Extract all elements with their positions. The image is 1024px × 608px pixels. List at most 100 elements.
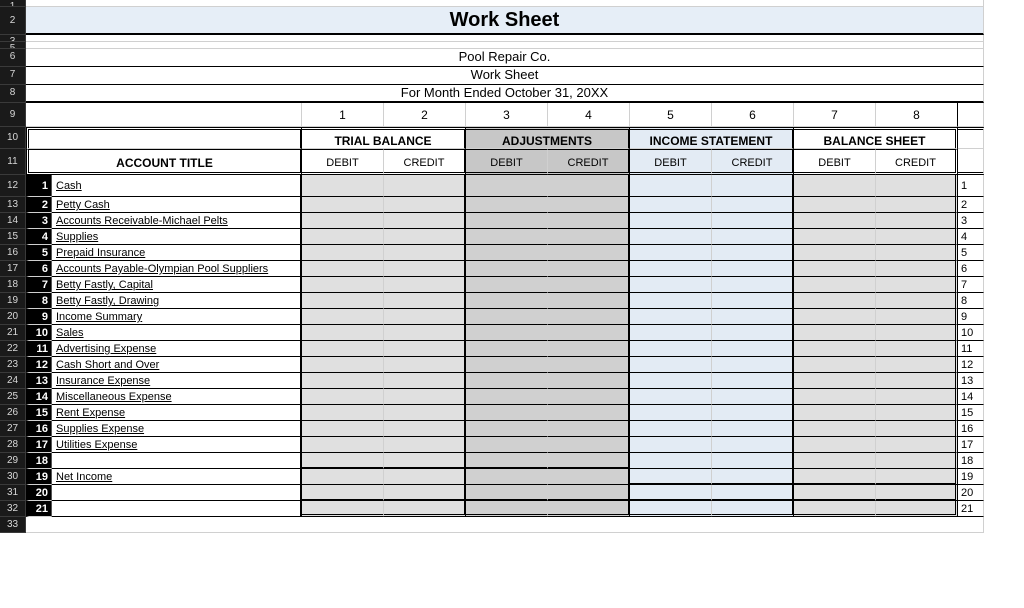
- data-cell[interactable]: [712, 421, 794, 437]
- data-cell[interactable]: [712, 229, 794, 245]
- data-cell[interactable]: [302, 229, 384, 245]
- data-cell[interactable]: [548, 389, 630, 405]
- account-title[interactable]: Petty Cash: [52, 197, 302, 213]
- data-cell[interactable]: [876, 469, 958, 485]
- data-cell[interactable]: [466, 197, 548, 213]
- data-cell[interactable]: [876, 213, 958, 229]
- data-cell[interactable]: [466, 469, 548, 485]
- data-cell[interactable]: [876, 357, 958, 373]
- data-cell[interactable]: [548, 277, 630, 293]
- data-cell[interactable]: [712, 261, 794, 277]
- data-cell[interactable]: [630, 453, 712, 469]
- data-cell[interactable]: [876, 175, 958, 197]
- data-cell[interactable]: [712, 293, 794, 309]
- data-cell[interactable]: [548, 485, 630, 501]
- data-cell[interactable]: [630, 229, 712, 245]
- data-cell[interactable]: [876, 421, 958, 437]
- data-cell[interactable]: [466, 213, 548, 229]
- data-cell[interactable]: [876, 389, 958, 405]
- data-cell[interactable]: [630, 197, 712, 213]
- data-cell[interactable]: [630, 357, 712, 373]
- data-cell[interactable]: [876, 197, 958, 213]
- data-cell[interactable]: [876, 261, 958, 277]
- data-cell[interactable]: [384, 277, 466, 293]
- data-cell[interactable]: [794, 277, 876, 293]
- data-cell[interactable]: [302, 357, 384, 373]
- data-cell[interactable]: [630, 261, 712, 277]
- data-cell[interactable]: [548, 261, 630, 277]
- data-cell[interactable]: [630, 245, 712, 261]
- data-cell[interactable]: [466, 261, 548, 277]
- data-cell[interactable]: [466, 277, 548, 293]
- data-cell[interactable]: [466, 325, 548, 341]
- data-cell[interactable]: [384, 229, 466, 245]
- data-cell[interactable]: [466, 485, 548, 501]
- data-cell[interactable]: [548, 175, 630, 197]
- data-cell[interactable]: [302, 485, 384, 501]
- data-cell[interactable]: [384, 261, 466, 277]
- data-cell[interactable]: [466, 341, 548, 357]
- data-cell[interactable]: [466, 309, 548, 325]
- account-title[interactable]: Cash: [52, 175, 302, 197]
- account-title[interactable]: Income Summary: [52, 309, 302, 325]
- data-cell[interactable]: [384, 437, 466, 453]
- data-cell[interactable]: [548, 453, 630, 469]
- data-cell[interactable]: [548, 501, 630, 517]
- account-title[interactable]: Net Income: [52, 469, 302, 485]
- data-cell[interactable]: [876, 309, 958, 325]
- data-cell[interactable]: [712, 277, 794, 293]
- account-title[interactable]: Utilities Expense: [52, 437, 302, 453]
- data-cell[interactable]: [712, 357, 794, 373]
- account-title[interactable]: Accounts Receivable-Michael Pelts: [52, 213, 302, 229]
- data-cell[interactable]: [466, 421, 548, 437]
- data-cell[interactable]: [712, 175, 794, 197]
- account-title[interactable]: Cash Short and Over: [52, 357, 302, 373]
- data-cell[interactable]: [466, 389, 548, 405]
- data-cell[interactable]: [794, 341, 876, 357]
- data-cell[interactable]: [548, 421, 630, 437]
- account-title[interactable]: [52, 501, 302, 517]
- data-cell[interactable]: [548, 405, 630, 421]
- data-cell[interactable]: [548, 469, 630, 485]
- data-cell[interactable]: [384, 357, 466, 373]
- data-cell[interactable]: [630, 373, 712, 389]
- account-title[interactable]: Miscellaneous Expense: [52, 389, 302, 405]
- data-cell[interactable]: [384, 405, 466, 421]
- data-cell[interactable]: [794, 485, 876, 501]
- data-cell[interactable]: [712, 197, 794, 213]
- data-cell[interactable]: [384, 501, 466, 517]
- data-cell[interactable]: [794, 453, 876, 469]
- data-cell[interactable]: [712, 469, 794, 485]
- data-cell[interactable]: [302, 175, 384, 197]
- data-cell[interactable]: [876, 341, 958, 357]
- account-title[interactable]: Sales: [52, 325, 302, 341]
- data-cell[interactable]: [712, 453, 794, 469]
- data-cell[interactable]: [384, 421, 466, 437]
- account-title[interactable]: Insurance Expense: [52, 373, 302, 389]
- data-cell[interactable]: [548, 309, 630, 325]
- data-cell[interactable]: [548, 373, 630, 389]
- data-cell[interactable]: [302, 437, 384, 453]
- data-cell[interactable]: [630, 293, 712, 309]
- data-cell[interactable]: [466, 293, 548, 309]
- data-cell[interactable]: [712, 309, 794, 325]
- data-cell[interactable]: [548, 437, 630, 453]
- data-cell[interactable]: [548, 357, 630, 373]
- data-cell[interactable]: [876, 485, 958, 501]
- data-cell[interactable]: [712, 373, 794, 389]
- data-cell[interactable]: [548, 341, 630, 357]
- data-cell[interactable]: [302, 501, 384, 517]
- data-cell[interactable]: [876, 501, 958, 517]
- data-cell[interactable]: [384, 325, 466, 341]
- data-cell[interactable]: [302, 389, 384, 405]
- data-cell[interactable]: [466, 357, 548, 373]
- data-cell[interactable]: [630, 501, 712, 517]
- data-cell[interactable]: [630, 405, 712, 421]
- data-cell[interactable]: [794, 309, 876, 325]
- account-title[interactable]: Advertising Expense: [52, 341, 302, 357]
- data-cell[interactable]: [630, 389, 712, 405]
- account-title[interactable]: Rent Expense: [52, 405, 302, 421]
- data-cell[interactable]: [712, 389, 794, 405]
- data-cell[interactable]: [302, 469, 384, 485]
- data-cell[interactable]: [466, 501, 548, 517]
